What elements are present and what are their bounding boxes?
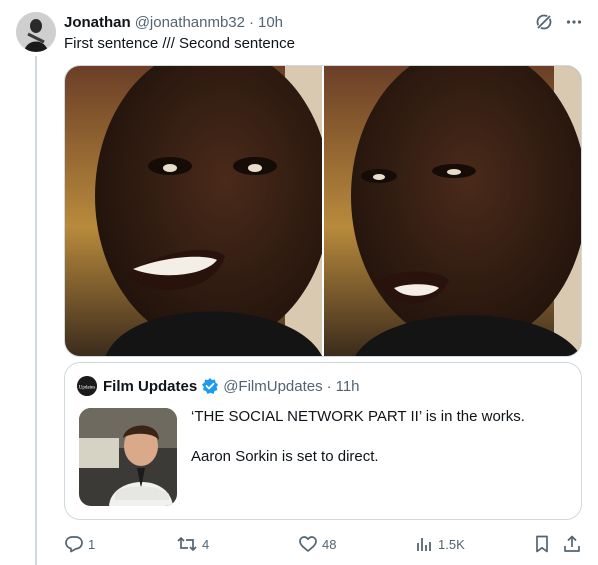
view-count: 1.5K xyxy=(438,536,465,552)
avatar[interactable] xyxy=(16,12,56,52)
grok-icon[interactable] xyxy=(534,12,554,32)
quote-avatar-text: Updates xyxy=(79,386,95,391)
smiling-face-image[interactable] xyxy=(65,66,322,356)
like-count: 48 xyxy=(322,536,337,552)
quoted-tweet[interactable]: Updates Film Updates @FilmUpdates · 11h xyxy=(64,362,582,520)
like-button[interactable]: 48 xyxy=(298,532,336,556)
thread-line xyxy=(35,56,37,565)
media-grid[interactable] xyxy=(64,65,582,357)
tweet[interactable]: Jonathan @jonathanmb32 · 10h First sente… xyxy=(0,0,598,565)
separator-dot: · xyxy=(249,13,254,31)
share-icon xyxy=(564,535,580,552)
quote-header: Updates Film Updates @FilmUpdates · 11h xyxy=(77,376,360,396)
top-icons xyxy=(534,12,584,32)
quote-author-name[interactable]: Film Updates xyxy=(103,378,197,395)
views-button[interactable]: 1.5K xyxy=(414,532,465,556)
heart-icon xyxy=(299,536,317,552)
quote-timestamp[interactable]: 11h xyxy=(336,378,360,395)
quote-text-line-1: ‘THE SOCIAL NETWORK PART II’ is in the w… xyxy=(191,408,525,425)
action-bar: 1 4 48 1.5K xyxy=(64,532,582,556)
author-name[interactable]: Jonathan xyxy=(64,14,131,31)
quote-separator-dot: · xyxy=(326,377,332,395)
quote-thumbnail-image[interactable] xyxy=(79,408,177,506)
tweet-text: First sentence /// Second sentence xyxy=(64,35,295,52)
reply-count: 1 xyxy=(88,536,96,552)
tweet-header: Jonathan @jonathanmb32 · 10h xyxy=(64,12,283,32)
quote-author-handle[interactable]: @FilmUpdates xyxy=(223,378,322,395)
more-icon[interactable] xyxy=(564,12,584,32)
verified-badge-icon xyxy=(201,377,219,395)
reply-icon xyxy=(65,536,83,553)
share-button[interactable] xyxy=(562,532,582,556)
quote-avatar[interactable]: Updates xyxy=(77,376,97,396)
repost-icon xyxy=(177,537,197,551)
views-icon xyxy=(417,538,431,551)
repost-button[interactable]: 4 xyxy=(176,532,209,556)
reply-button[interactable]: 1 xyxy=(64,532,95,556)
timestamp[interactable]: 10h xyxy=(258,14,283,31)
bookmark-icon xyxy=(536,535,548,553)
quote-text-line-2: Aaron Sorkin is set to direct. xyxy=(191,448,379,465)
disappointed-face-image[interactable] xyxy=(324,66,581,356)
bookmark-button[interactable] xyxy=(532,532,552,556)
quote-text: ‘THE SOCIAL NETWORK PART II’ is in the w… xyxy=(191,407,525,467)
author-handle[interactable]: @jonathanmb32 xyxy=(135,14,245,31)
repost-count: 4 xyxy=(202,536,210,552)
